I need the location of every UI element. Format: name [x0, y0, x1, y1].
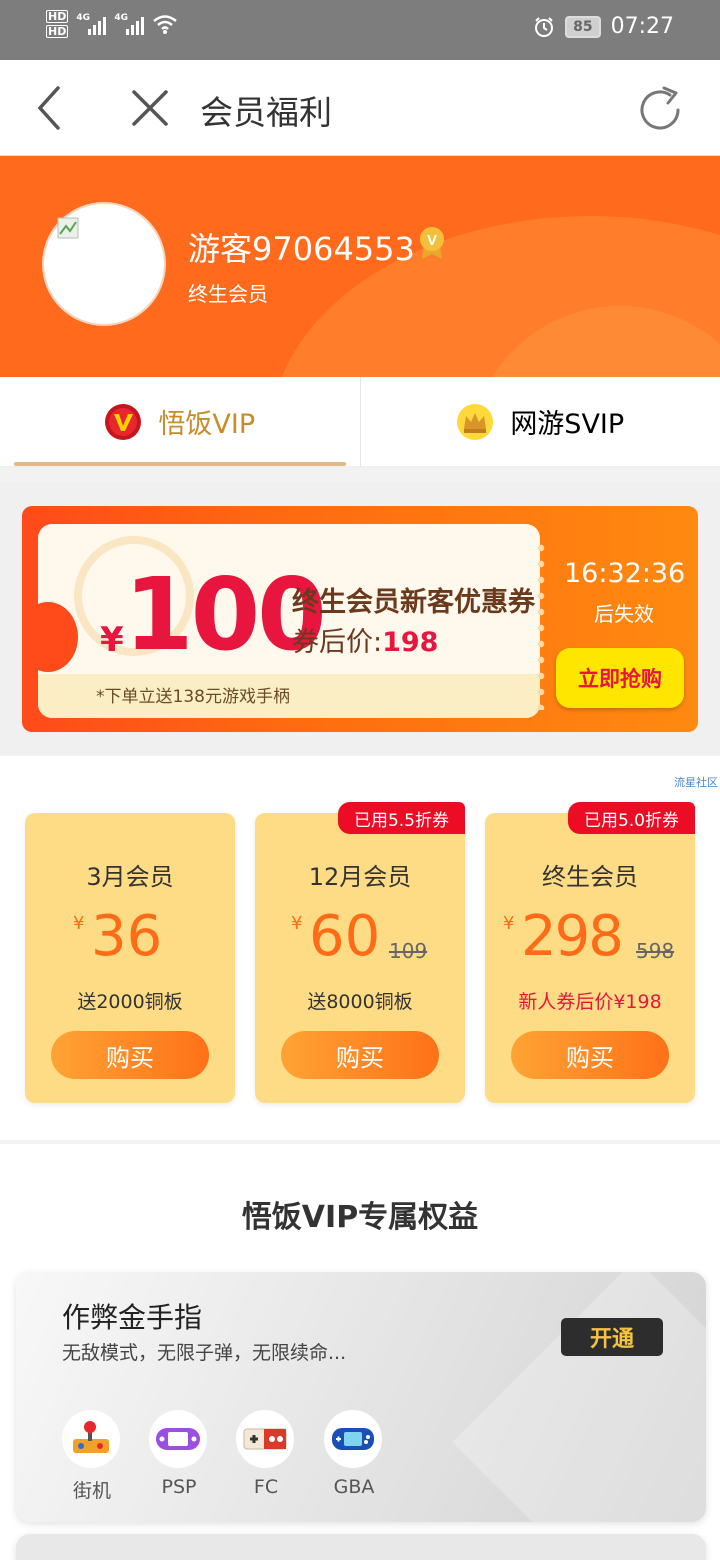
status-right: 85 07:27: [533, 14, 674, 39]
alarm-icon: [535, 16, 554, 37]
watermark: 流星社区: [674, 776, 718, 789]
hd-indicator: HD HD: [46, 10, 69, 38]
hd-label: HD: [46, 10, 69, 23]
coupon-price: 券后价:198: [292, 620, 438, 659]
plan-original-price: 109: [389, 939, 428, 963]
next-benefit-card[interactable]: [16, 1534, 706, 1560]
vip-tabs: 悟饭VIP 网游SVIP: [0, 377, 720, 467]
platform-label: PSP: [161, 1476, 197, 1498]
coupon-section: ¥ 100 终生会员新客优惠券 券后价:198 *下单立送138元游戏手柄 16…: [0, 482, 720, 754]
plan-price: 36: [91, 904, 163, 969]
broken-image-icon: [57, 217, 79, 239]
coupon-note: *下单立送138元游戏手柄: [96, 687, 290, 707]
new-user-coupon[interactable]: ¥ 100 终生会员新客优惠券 券后价:198 *下单立送138元游戏手柄 16…: [22, 506, 698, 732]
discount-badge: 已用5.0折券: [567, 802, 695, 834]
platform-label: 街机: [72, 1480, 111, 1502]
plan-currency: ¥: [73, 913, 85, 934]
crown-icon: [457, 403, 494, 440]
fc-controller-icon: [236, 1410, 294, 1468]
plan-currency: ¥: [291, 913, 303, 934]
buy-button[interactable]: 购买: [281, 1031, 439, 1079]
buy-button[interactable]: 购买: [51, 1031, 209, 1079]
cheat-code-card[interactable]: 作弊金手指 无敌模式，无限子弹，无限续命... 开通 街机 PSP FC GBA: [16, 1272, 706, 1522]
coupon-price-label: 券后价:: [292, 627, 383, 658]
gba-console-icon: [324, 1410, 382, 1468]
plan-name: 3月会员: [86, 863, 174, 891]
plan-card-lifetime[interactable]: 已用5.0折券 终生会员 ¥ 298 598 新人券后价¥198 购买: [485, 802, 695, 1103]
vip-badge-icon: V: [420, 227, 444, 259]
close-icon[interactable]: [126, 84, 174, 132]
countdown-suffix: 后失效: [594, 602, 654, 626]
platform-label: FC: [253, 1476, 279, 1498]
nav-bar: 会员福利: [0, 60, 720, 156]
coupon-action-area: 16:32:36 后失效 立即抢购: [542, 506, 698, 732]
coupon-title: 终生会员新客优惠券: [292, 587, 535, 618]
platform-label: GBA: [333, 1476, 375, 1498]
coupon-price-value: 198: [382, 627, 439, 658]
plan-currency: ¥: [503, 913, 515, 934]
plan-desc: 新人券后价¥198: [518, 991, 662, 1013]
plan-name: 终生会员: [542, 863, 638, 891]
svg-text:V: V: [427, 232, 437, 249]
profile-header: 游客97064553 V 终生会员: [0, 156, 720, 377]
open-button[interactable]: 开通: [561, 1318, 663, 1356]
countdown-timer: 16:32:36: [564, 558, 686, 589]
tab-label: 悟饭VIP: [158, 409, 256, 440]
back-icon[interactable]: [28, 84, 76, 132]
username: 游客97064553: [188, 230, 415, 268]
network-label: 4G: [114, 13, 128, 23]
avatar[interactable]: [42, 202, 166, 326]
grab-now-button[interactable]: 立即抢购: [556, 648, 684, 708]
buy-button[interactable]: 购买: [511, 1031, 669, 1079]
plan-price: 60: [309, 904, 381, 969]
ticket-notch: [22, 602, 78, 672]
psp-console-icon: [149, 1410, 207, 1468]
tab-wufan-vip[interactable]: 悟饭VIP: [0, 377, 360, 466]
signal-icon: 4G: [114, 13, 145, 35]
plan-desc: 送2000铜板: [77, 991, 183, 1013]
wifi-icon: [153, 15, 178, 34]
plan-original-price: 598: [636, 939, 675, 963]
arcade-joystick-icon: [62, 1410, 120, 1468]
tab-label: 网游SVIP: [510, 409, 625, 440]
discount-badge: 已用5.5折券: [337, 802, 465, 834]
plan-name: 12月会员: [308, 863, 412, 891]
plan-card-12-month[interactable]: 已用5.5折券 12月会员 ¥ 60 109 送8000铜板 购买: [255, 802, 465, 1103]
benefit-title: 作弊金手指: [62, 1301, 203, 1334]
benefits-title: 悟饭VIP专属权益: [241, 1200, 479, 1235]
status-left: HD HD 4G 4G: [46, 10, 178, 38]
member-type: 终生会员: [188, 282, 268, 306]
clock: 07:27: [610, 14, 674, 39]
platform-fc: FC: [236, 1410, 296, 1498]
platform-gba: GBA: [324, 1410, 384, 1498]
coupon-currency: ¥: [100, 620, 124, 660]
card-decoration: [452, 1272, 706, 1522]
hd-label: HD: [46, 25, 69, 38]
signal-icon: 4G: [76, 13, 107, 35]
network-label: 4G: [76, 13, 90, 23]
platform-arcade: 街机: [62, 1410, 122, 1503]
battery-indicator: 85: [565, 15, 601, 38]
benefits-section: 悟饭VIP专属权益 作弊金手指 无敌模式，无限子弹，无限续命... 开通 街机: [0, 1144, 720, 1560]
plan-card-3-month[interactable]: 3月会员 ¥ 36 送2000铜板 购买: [25, 813, 235, 1103]
coupon-ticket: ¥ 100 终生会员新客优惠券 券后价:198 *下单立送138元游戏手柄: [22, 524, 540, 718]
benefit-desc: 无敌模式，无限子弹，无限续命...: [62, 1342, 347, 1364]
plan-desc: 送8000铜板: [307, 991, 413, 1013]
page-title: 会员福利: [200, 93, 332, 132]
refresh-icon[interactable]: [634, 84, 686, 136]
tab-online-svip[interactable]: 网游SVIP: [359, 377, 720, 466]
platform-psp: PSP: [149, 1410, 209, 1498]
plan-price: 298: [521, 904, 624, 969]
membership-plans: 流星社区 3月会员 ¥ 36 送2000铜板 购买 已用5.5折券 12月会员 …: [0, 756, 720, 1140]
status-bar: HD HD 4G 4G 85 07:27: [0, 0, 720, 60]
vip-v-icon: [105, 403, 142, 440]
